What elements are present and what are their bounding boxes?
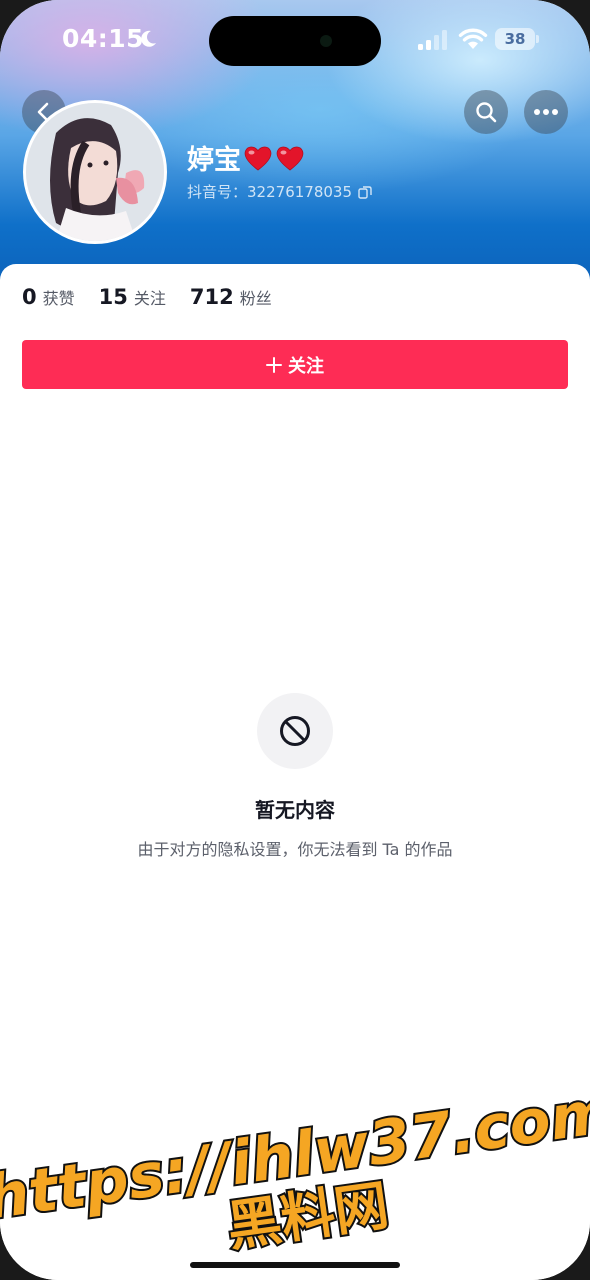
nickname-text: 婷宝 — [187, 145, 241, 176]
stat-followers-label: 粉丝 — [239, 289, 272, 308]
avatar-illustration — [26, 103, 164, 241]
stat-following[interactable]: 15 关注 — [99, 285, 166, 309]
avatar[interactable] — [23, 100, 167, 244]
stat-following-value: 15 — [98, 285, 128, 309]
phone-screen: 04:15 38 婷宝 抖音号：32276178035 0 获赞 15 关注 7… — [0, 0, 590, 1280]
copy-icon[interactable] — [358, 185, 372, 199]
status-bar: 04:15 38 — [0, 0, 590, 80]
battery-icon: 38 — [495, 28, 535, 50]
stat-following-label: 关注 — [133, 289, 166, 308]
prohibited-icon — [280, 716, 310, 746]
empty-state-title: 暂无内容 — [255, 798, 335, 822]
follow-button-label: 关注 — [288, 355, 324, 377]
signal-icon — [418, 30, 447, 50]
stat-likes-value: 0 — [22, 285, 37, 309]
heart-icon — [276, 146, 304, 171]
battery-cap — [536, 35, 539, 43]
wifi-icon — [458, 28, 488, 49]
search-button[interactable] — [464, 90, 508, 134]
search-icon — [476, 102, 497, 123]
stat-followers-value: 712 — [189, 285, 234, 309]
more-button[interactable] — [524, 90, 568, 134]
camera-dot — [320, 35, 332, 47]
douyin-id-label: 抖音号： — [187, 183, 248, 201]
empty-state-icon-circle — [257, 693, 333, 769]
profile-stats: 0 获赞 15 关注 712 粉丝 — [22, 285, 296, 309]
empty-state-description: 由于对方的隐私设置，你无法看到 Ta 的作品 — [137, 840, 453, 859]
heart-icon — [244, 146, 272, 171]
douyin-id-value: 32276178035 — [247, 183, 352, 201]
profile-nickname: 婷宝 — [187, 138, 305, 177]
moon-icon — [141, 30, 156, 47]
home-indicator[interactable] — [190, 1262, 400, 1268]
douyin-id[interactable]: 抖音号：32276178035 — [187, 181, 372, 202]
stat-likes-label: 获赞 — [42, 289, 75, 308]
battery-percent: 38 — [504, 30, 526, 48]
more-icon — [534, 109, 558, 115]
dynamic-island — [209, 16, 381, 66]
status-time: 04:15 — [62, 24, 145, 53]
stat-followers[interactable]: 712 粉丝 — [190, 285, 272, 309]
plus-icon — [266, 356, 282, 373]
douyin-id-text: 抖音号：32276178035 — [187, 181, 352, 202]
follow-button[interactable]: 关注 — [22, 340, 568, 389]
stat-likes[interactable]: 0 获赞 — [22, 285, 75, 309]
profile-content-card — [0, 264, 590, 1280]
